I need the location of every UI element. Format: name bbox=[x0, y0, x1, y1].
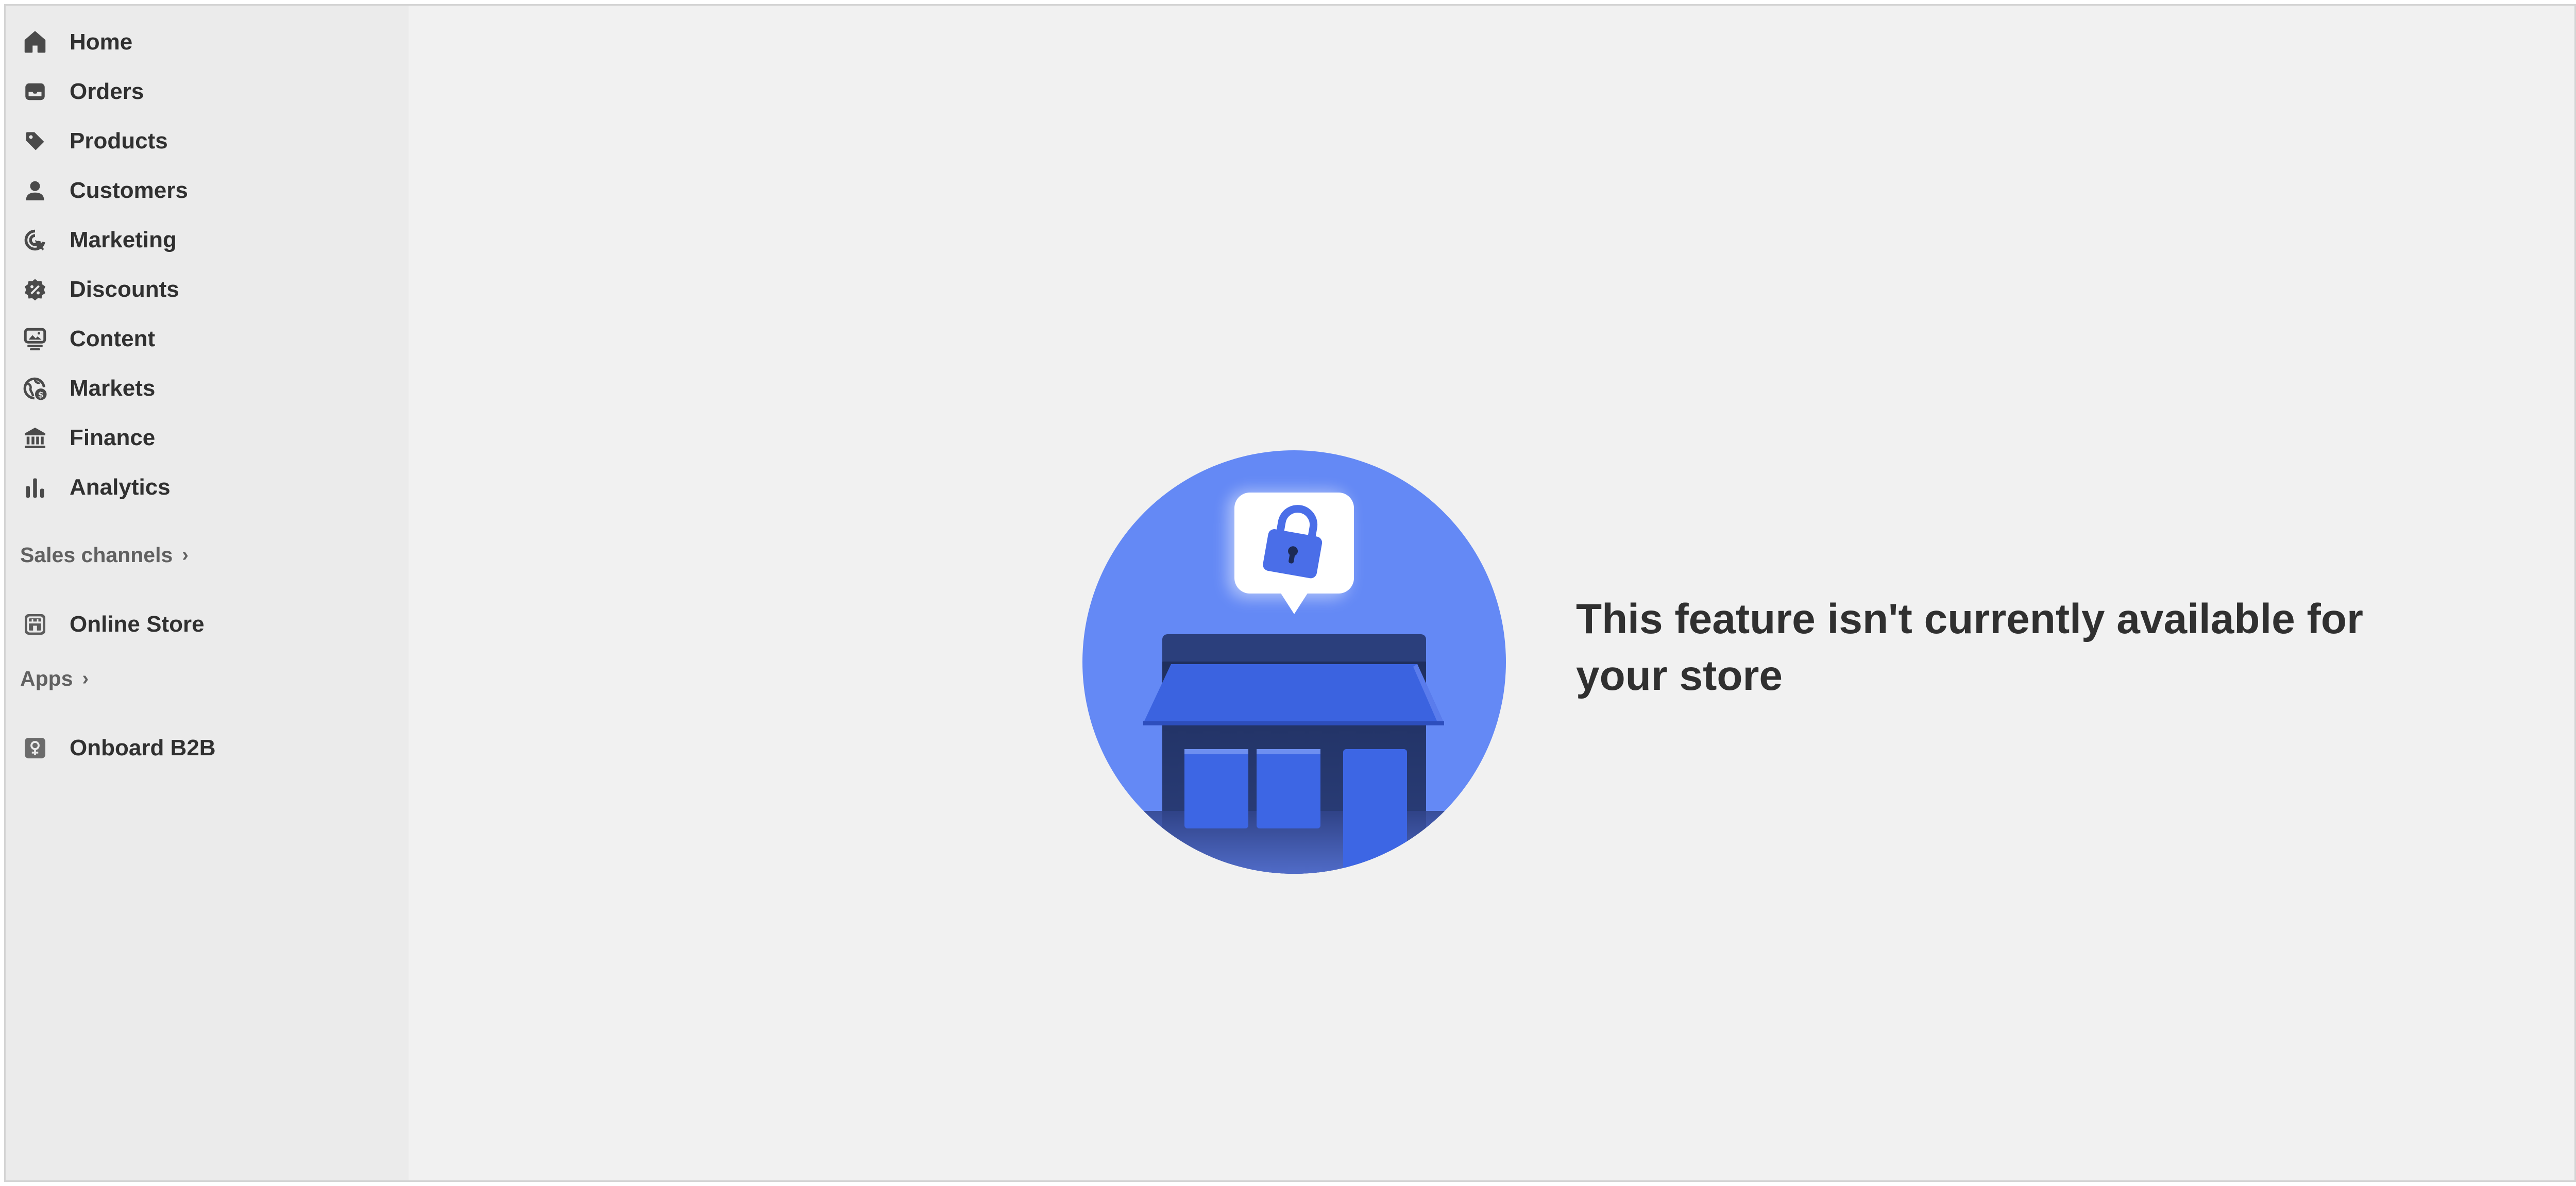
sidebar-item-label: Discounts bbox=[70, 277, 179, 302]
person-icon bbox=[21, 178, 49, 203]
sidebar-item-online-store[interactable]: Online Store bbox=[6, 600, 397, 649]
store-locked-illustration bbox=[1082, 450, 1506, 874]
sales-channels-label: Sales channels bbox=[20, 543, 173, 567]
sidebar-item-label: Products bbox=[70, 128, 168, 154]
target-icon bbox=[21, 228, 49, 252]
chevron-right-icon: › bbox=[82, 667, 89, 689]
sidebar-item-label: Onboard B2B bbox=[70, 735, 216, 760]
sidebar-item-products[interactable]: Products bbox=[6, 116, 397, 166]
sidebar-item-label: Analytics bbox=[70, 475, 171, 500]
sidebar-item-analytics[interactable]: Analytics bbox=[6, 463, 397, 512]
content-icon bbox=[21, 327, 49, 351]
sidebar-item-label: Customers bbox=[70, 178, 188, 203]
sales-channels-heading[interactable]: Sales channels › bbox=[20, 539, 189, 570]
sidebar-item-marketing[interactable]: Marketing bbox=[6, 215, 397, 265]
sidebar-item-home[interactable]: Home bbox=[6, 18, 397, 67]
sidebar-item-markets[interactable]: $ Markets bbox=[6, 364, 397, 413]
discount-badge-icon bbox=[21, 277, 49, 302]
sidebar-item-orders[interactable]: Orders bbox=[6, 67, 397, 116]
globe-icon: $ bbox=[21, 376, 49, 401]
inbox-icon bbox=[21, 79, 49, 104]
bank-icon bbox=[21, 426, 49, 450]
sidebar-item-label: Marketing bbox=[70, 227, 177, 252]
unavailable-message: This feature isn't currently available f… bbox=[1576, 596, 2363, 699]
sidebar-item-content[interactable]: Content bbox=[6, 314, 397, 364]
sidebar-item-label: Orders bbox=[70, 79, 144, 104]
svg-text:$: $ bbox=[38, 390, 44, 400]
bar-chart-icon bbox=[21, 475, 49, 500]
chevron-right-icon: › bbox=[182, 544, 189, 566]
sidebar: Home Orders Products Customers Marketing bbox=[6, 6, 409, 1180]
sidebar-item-label: Home bbox=[70, 29, 133, 55]
storefront-icon bbox=[21, 612, 49, 637]
app-icon bbox=[21, 736, 49, 760]
sidebar-item-customers[interactable]: Customers bbox=[6, 166, 397, 215]
sidebar-item-label: Content bbox=[70, 326, 156, 351]
sidebar-item-onboard-b2b[interactable]: Onboard B2B bbox=[6, 723, 397, 773]
home-icon bbox=[21, 30, 49, 55]
sidebar-item-label: Finance bbox=[70, 425, 156, 450]
sidebar-item-finance[interactable]: Finance bbox=[6, 413, 397, 463]
sidebar-item-discounts[interactable]: Discounts bbox=[6, 265, 397, 314]
sidebar-item-label: Online Store bbox=[70, 612, 205, 637]
main-content: This feature isn't currently available f… bbox=[409, 6, 2574, 1180]
sidebar-item-label: Markets bbox=[70, 376, 156, 401]
tag-icon bbox=[21, 129, 49, 154]
app-window: Home Orders Products Customers Marketing bbox=[4, 4, 2576, 1182]
apps-heading[interactable]: Apps › bbox=[20, 663, 89, 694]
apps-label: Apps bbox=[20, 666, 73, 690]
